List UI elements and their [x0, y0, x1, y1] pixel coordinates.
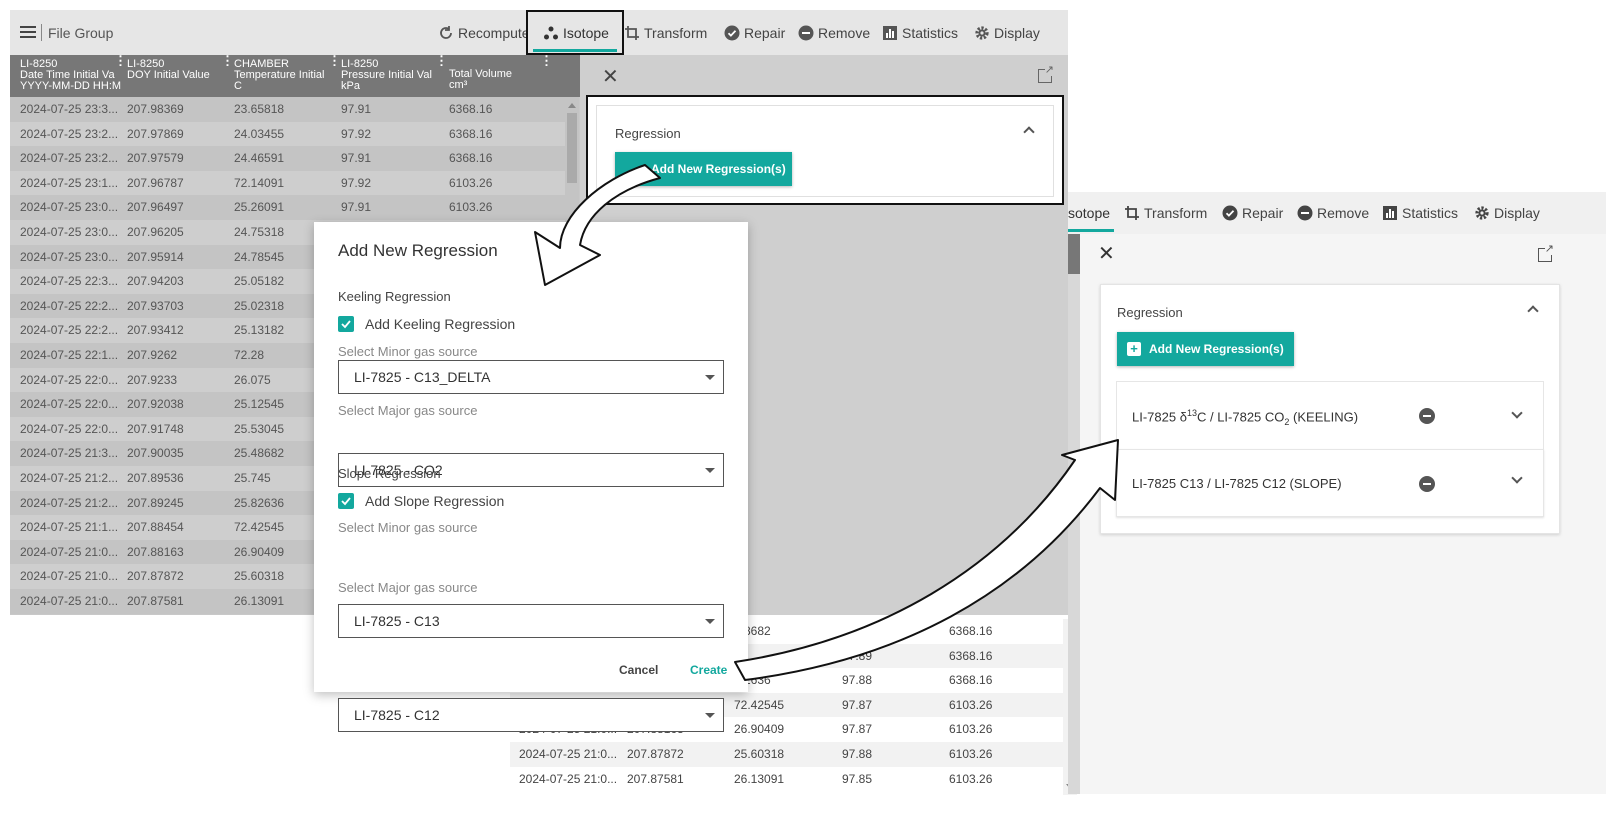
arrow-to-result [734, 439, 1119, 681]
arrow-to-dialog [534, 164, 661, 286]
annotation-arrows [534, 164, 1119, 681]
